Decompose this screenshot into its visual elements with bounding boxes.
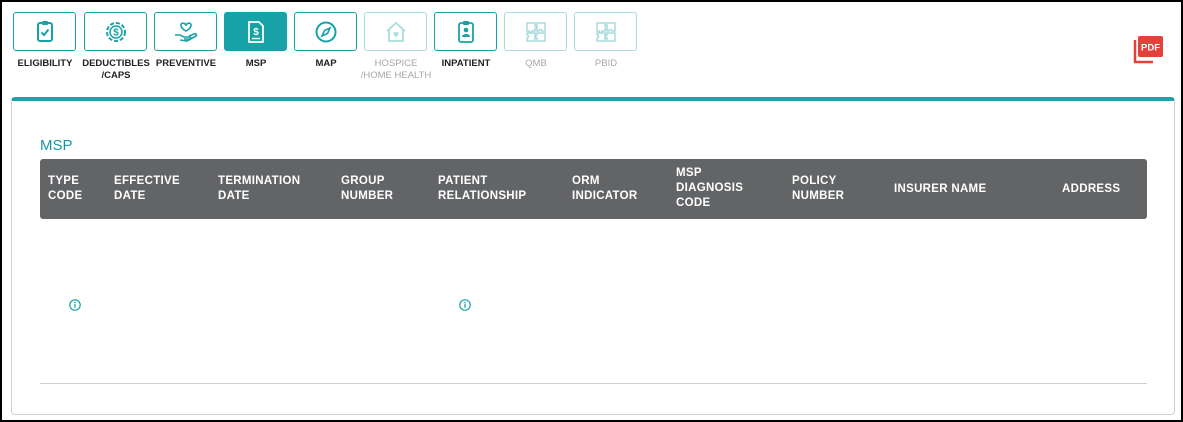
svg-text:PDF: PDF bbox=[1141, 43, 1160, 54]
svg-text:$: $ bbox=[113, 27, 119, 38]
column-header-orm-indicator: ORM INDICATOR bbox=[572, 175, 638, 202]
house-heart-icon bbox=[385, 21, 406, 42]
table-header: TYPE CODE EFFECTIVE DATE TERMINATION DAT… bbox=[40, 159, 1147, 219]
info-icon[interactable] bbox=[459, 298, 471, 311]
pdf-export-button[interactable]: PDF bbox=[1133, 34, 1165, 64]
msp-panel: MSP TYPE CODE EFFECTIVE DATE TERMINATION… bbox=[11, 97, 1175, 415]
id-badge-icon bbox=[457, 20, 474, 43]
column-header-termination-date: TERMINATION DATE bbox=[218, 175, 301, 202]
info-icon[interactable] bbox=[69, 298, 81, 311]
dollar-document-icon: $ bbox=[247, 20, 264, 43]
puzzle-icon bbox=[525, 21, 546, 42]
column-header-group-number: GROUP NUMBER bbox=[341, 175, 394, 202]
column-header-effective-date: EFFECTIVE DATE bbox=[114, 175, 180, 202]
table-bottom-divider bbox=[40, 383, 1147, 384]
dollar-gear-icon: $ bbox=[105, 21, 126, 42]
column-header-patient-relationship: PATIENT RELATIONSHIP bbox=[438, 175, 527, 202]
hand-heart-icon bbox=[174, 21, 197, 42]
column-header-msp-diagnosis-code: MSP DIAGNOSIS CODE bbox=[676, 167, 744, 209]
window-frame: ELIGIBILITY $ DEDUCTIBLES /CAPS PREVENTI… bbox=[0, 0, 1183, 422]
svg-text:$: $ bbox=[253, 27, 259, 38]
column-header-type-code: TYPE CODE bbox=[48, 175, 83, 202]
clipboard-check-icon bbox=[36, 20, 53, 42]
column-header-policy-number: POLICY NUMBER bbox=[792, 175, 845, 202]
compass-icon bbox=[315, 21, 336, 42]
section-title: MSP bbox=[40, 137, 73, 154]
tab-label: PBID bbox=[594, 58, 618, 69]
puzzle-icon bbox=[595, 21, 616, 42]
column-header-insurer-name: INSURER NAME bbox=[894, 183, 987, 195]
column-header-address: ADDRESS bbox=[1062, 183, 1121, 195]
pdf-icon: PDF bbox=[1133, 36, 1163, 64]
